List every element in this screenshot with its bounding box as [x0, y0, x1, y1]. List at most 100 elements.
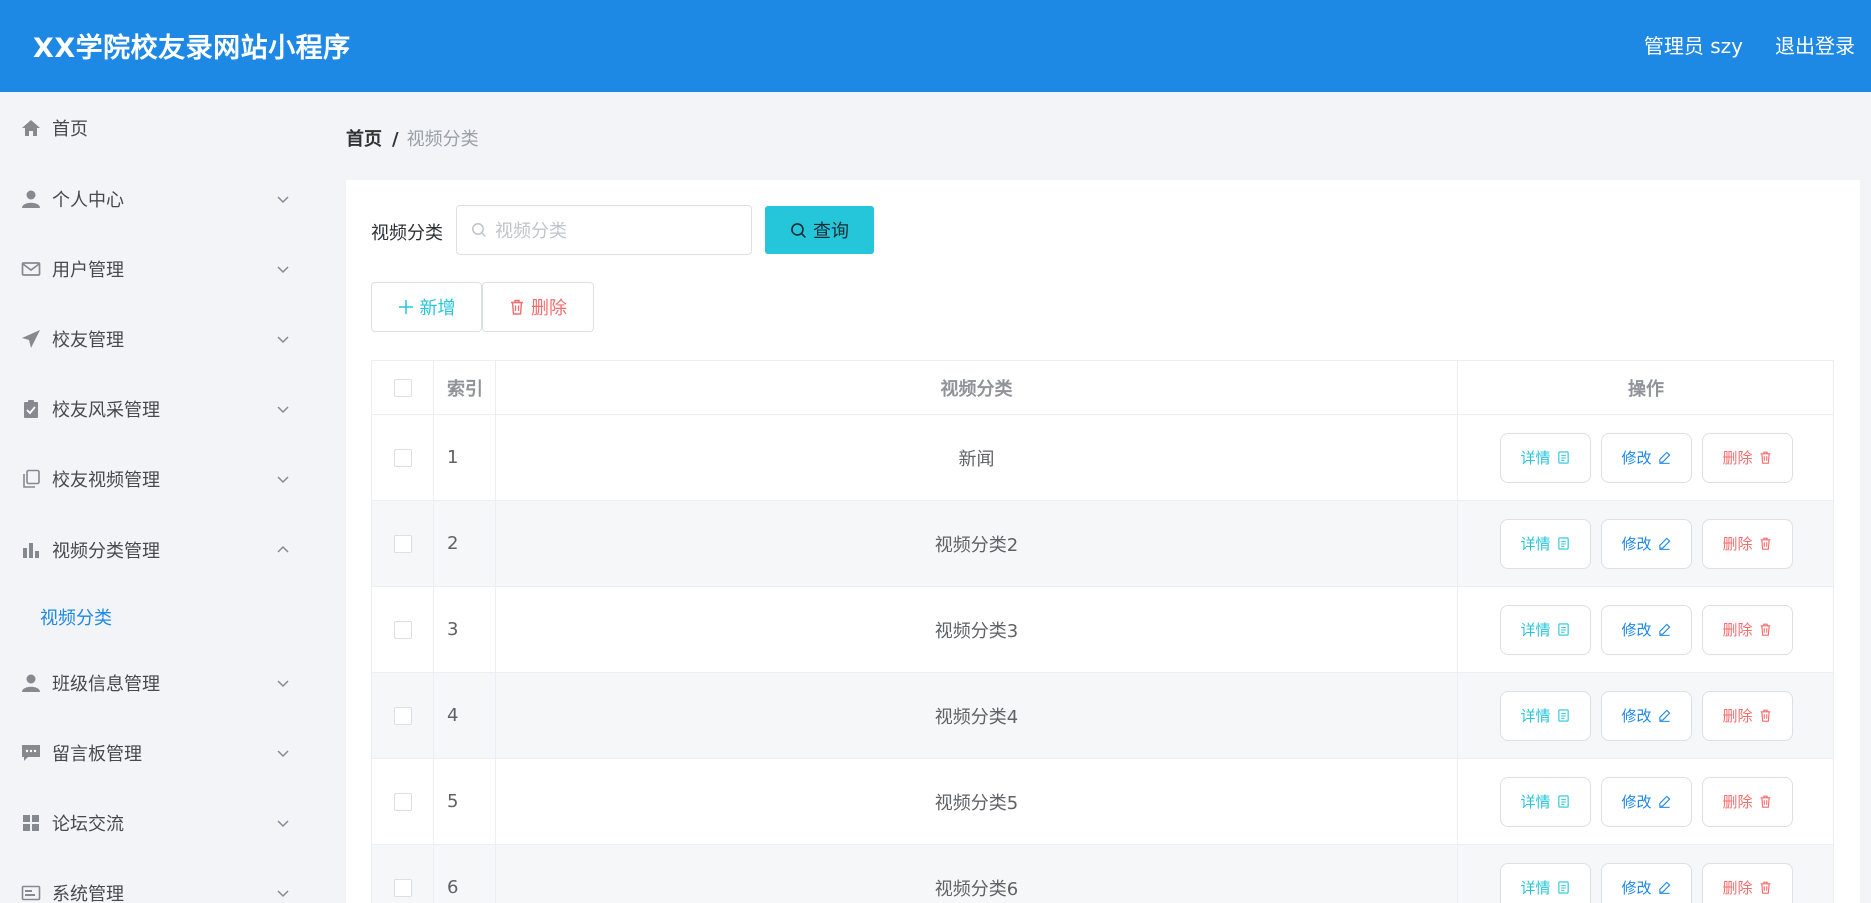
edit-button[interactable]: 修改	[1600, 432, 1692, 483]
row-checkbox[interactable]	[393, 620, 412, 639]
sidebar-item-video-category[interactable]: 视频分类管理	[0, 524, 307, 576]
top-header: XX学院校友录网站小程序 管理员 szy 退出登录	[0, 0, 1871, 92]
add-button[interactable]: 新增	[371, 282, 482, 332]
sidebar-item-users[interactable]: 用户管理	[0, 243, 307, 295]
chevron-down-icon	[277, 820, 289, 828]
admin-name: 管理员 szy	[1643, 34, 1743, 58]
edit-button-label: 修改	[1621, 535, 1652, 553]
sidebar-item-forum[interactable]: 论坛交流	[0, 797, 307, 849]
edit-button[interactable]: 修改	[1600, 604, 1692, 655]
header-category[interactable]: 视频分类	[496, 361, 1458, 414]
sidebar-item-label: 系统管理	[52, 884, 124, 903]
row-checkbox[interactable]	[393, 878, 412, 897]
delete-button[interactable]: 删除	[1701, 432, 1793, 483]
sidebar-item-home[interactable]: 首页	[0, 102, 307, 154]
detail-button[interactable]: 详情	[1499, 518, 1591, 569]
breadcrumb-home[interactable]: 首页	[346, 129, 382, 150]
detail-button[interactable]: 详情	[1499, 776, 1591, 827]
sidebar-item-label: 视频分类管理	[52, 541, 160, 562]
row-actions: 详情 修改 删除	[1458, 501, 1834, 586]
search-icon	[472, 223, 487, 238]
sidebar-item-label: 留言板管理	[52, 744, 142, 765]
row-actions: 详情 修改 删除	[1458, 845, 1834, 903]
delete-button-label: 删除	[1722, 793, 1753, 811]
chevron-down-icon	[277, 406, 289, 414]
table-row[interactable]: 1 新闻 详情 修改 删除	[372, 415, 1833, 501]
search-input[interactable]	[495, 218, 735, 244]
edit-button[interactable]: 修改	[1600, 518, 1692, 569]
document-icon	[1557, 623, 1569, 636]
message-icon	[20, 742, 42, 764]
chevron-down-icon	[277, 476, 289, 484]
edit-button-label: 修改	[1621, 879, 1652, 897]
sidebar-item-alumni-style[interactable]: 校友风采管理	[0, 383, 307, 435]
edit-button[interactable]: 修改	[1600, 690, 1692, 741]
row-actions: 详情 修改 删除	[1458, 759, 1834, 844]
delete-button[interactable]: 删除	[1701, 604, 1793, 655]
edit-button[interactable]: 修改	[1600, 776, 1692, 827]
search-field[interactable]	[456, 205, 752, 255]
logout-link[interactable]: 退出登录	[1775, 30, 1855, 59]
row-checkbox[interactable]	[393, 448, 412, 467]
breadcrumb-separator: /	[392, 129, 399, 150]
add-button-label: 新增	[419, 298, 456, 319]
grid-icon	[20, 812, 42, 834]
chevron-down-icon	[277, 680, 289, 688]
edit-button[interactable]: 修改	[1600, 862, 1692, 903]
sidebar-item-class-info[interactable]: 班级信息管理	[0, 657, 307, 709]
trash-icon	[1760, 709, 1770, 722]
detail-button[interactable]: 详情	[1499, 432, 1591, 483]
row-check-cell	[372, 845, 434, 903]
table-row[interactable]: 4 视频分类4 详情 修改 删除	[372, 673, 1833, 759]
detail-button[interactable]: 详情	[1499, 862, 1591, 903]
detail-button[interactable]: 详情	[1499, 690, 1591, 741]
sidebar-item-message-board[interactable]: 留言板管理	[0, 727, 307, 779]
query-button[interactable]: 查询	[765, 206, 874, 254]
sidebar-item-system[interactable]: 系统管理	[0, 867, 307, 903]
header-index[interactable]: 索引	[434, 361, 496, 414]
sidebar-item-profile[interactable]: 个人中心	[0, 173, 307, 225]
search-icon	[791, 222, 806, 238]
delete-button[interactable]: 删除	[1701, 518, 1793, 569]
row-checkbox[interactable]	[393, 534, 412, 553]
send-icon	[20, 328, 42, 350]
detail-button-label: 详情	[1520, 449, 1551, 467]
table-row[interactable]: 5 视频分类5 详情 修改 删除	[372, 759, 1833, 845]
delete-button[interactable]: 删除	[1701, 862, 1793, 903]
sidebar-item-alumni-video[interactable]: 校友视频管理	[0, 453, 307, 505]
chevron-down-icon	[277, 266, 289, 274]
row-checkbox[interactable]	[393, 792, 412, 811]
sidebar-item-alumni[interactable]: 校友管理	[0, 313, 307, 365]
delete-button[interactable]: 删除	[1701, 776, 1793, 827]
submenu-item-video-category[interactable]: 视频分类	[40, 604, 112, 630]
table-row[interactable]: 3 视频分类3 详情 修改 删除	[372, 587, 1833, 673]
detail-button[interactable]: 详情	[1499, 604, 1591, 655]
delete-button-label: 删除	[1722, 449, 1753, 467]
row-checkbox[interactable]	[393, 706, 412, 725]
trash-icon	[1760, 537, 1770, 550]
bar-chart-icon	[20, 539, 42, 561]
search-label: 视频分类	[371, 223, 443, 244]
sidebar-item-label: 校友管理	[52, 330, 124, 351]
sidebar-item-label: 个人中心	[52, 190, 124, 211]
home-icon	[20, 117, 42, 139]
clipboard-icon	[20, 398, 42, 420]
document-icon	[1557, 537, 1569, 550]
table-row[interactable]: 6 视频分类6 详情 修改 删除	[372, 845, 1833, 903]
table-row[interactable]: 2 视频分类2 详情 修改 删除	[372, 501, 1833, 587]
delete-button[interactable]: 删除	[1701, 690, 1793, 741]
edit-icon	[1658, 623, 1670, 636]
row-check-cell	[372, 415, 434, 500]
select-all-checkbox[interactable]	[393, 378, 412, 397]
sidebar-item-label: 校友风采管理	[52, 400, 160, 421]
batch-delete-button[interactable]: 删除	[482, 282, 594, 332]
trash-icon	[1760, 623, 1770, 636]
mail-icon	[20, 258, 42, 280]
chevron-down-icon	[277, 196, 289, 204]
user-icon	[20, 188, 42, 210]
detail-button-label: 详情	[1520, 707, 1551, 725]
edit-icon	[1658, 709, 1670, 722]
row-index: 5	[434, 759, 496, 844]
breadcrumb-current: 视频分类	[406, 129, 479, 150]
system-icon	[20, 882, 42, 903]
